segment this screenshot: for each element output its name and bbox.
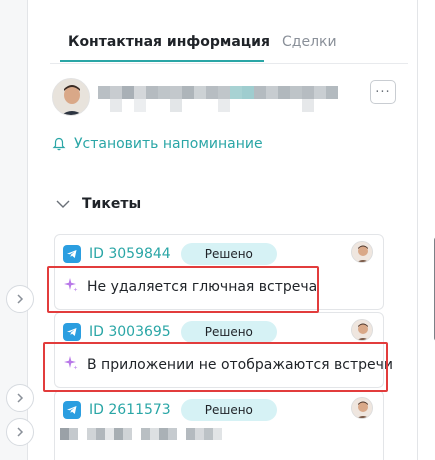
tab-contact-info[interactable]: Контактная информация (68, 34, 270, 50)
ticket-id[interactable]: ID 3059844 (89, 246, 171, 262)
right-strip (417, 0, 435, 460)
chevron-right-icon (17, 393, 24, 403)
bell-icon (52, 137, 66, 151)
set-reminder-link[interactable]: Установить напоминание (52, 136, 263, 152)
status-badge: Решено (180, 321, 277, 343)
ticket-card[interactable]: ID 2611573 Решено (54, 390, 384, 460)
more-icon: ··· (375, 84, 391, 100)
chevron-right-icon (17, 294, 24, 304)
contact-header: ··· (50, 78, 408, 118)
avatar (351, 319, 373, 341)
tabs: Контактная информация Сделки (50, 22, 408, 64)
highlight-box (43, 342, 388, 392)
telegram-icon (63, 323, 81, 341)
chevron-right-icon (17, 427, 24, 437)
chevron-down-icon (56, 200, 70, 208)
highlight-box (47, 266, 319, 313)
more-options-button[interactable]: ··· (370, 80, 396, 104)
avatar[interactable] (52, 78, 90, 116)
status-badge: Решено (180, 243, 277, 265)
ticket-id[interactable]: ID 3003695 (89, 324, 171, 340)
tab-deals[interactable]: Сделки (282, 34, 337, 50)
expand-toggle-button[interactable] (6, 418, 34, 446)
status-badge: Решено (180, 399, 277, 421)
expand-toggle-button[interactable] (6, 384, 34, 412)
set-reminder-label: Установить напоминание (74, 136, 263, 152)
left-gutter (0, 0, 34, 460)
telegram-icon (63, 401, 81, 419)
avatar (351, 397, 373, 419)
divider (50, 63, 408, 64)
avatar (351, 241, 373, 263)
ticket-subject-redacted (60, 428, 222, 440)
expand-toggle-button[interactable] (6, 285, 34, 313)
contact-name-redacted (98, 86, 338, 112)
tickets-title: Тикеты (82, 196, 142, 212)
telegram-icon (63, 245, 81, 263)
tickets-section-header[interactable]: Тикеты (56, 196, 141, 212)
active-tab-indicator (60, 60, 264, 62)
ticket-id[interactable]: ID 2611573 (89, 402, 171, 418)
